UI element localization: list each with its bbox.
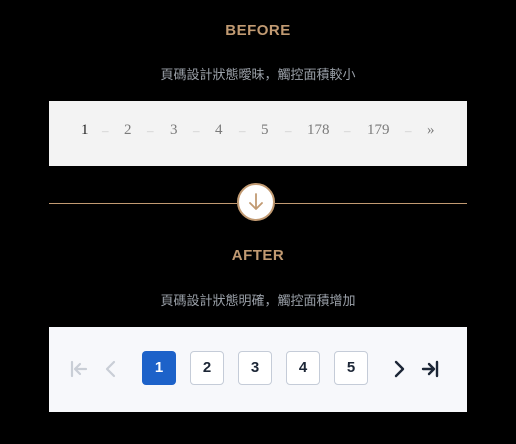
old-page-4[interactable]: 4 [215, 122, 223, 139]
page-button-1[interactable]: 1 [142, 351, 176, 385]
old-page-178[interactable]: 178 [307, 122, 330, 139]
last-page-icon[interactable] [419, 358, 441, 380]
transition-circle [237, 183, 275, 221]
divider-left [49, 203, 237, 204]
old-separator: – [405, 123, 412, 138]
previous-page-icon[interactable] [100, 358, 122, 380]
page-button-5[interactable]: 5 [334, 351, 368, 385]
old-separator: – [344, 123, 351, 138]
old-separator: – [147, 123, 154, 138]
old-separator: – [102, 123, 109, 138]
old-page-2[interactable]: 2 [124, 122, 132, 139]
before-title: BEFORE [225, 22, 291, 39]
old-pagination-panel: 1 – 2 – 3 – 4 – 5 – 178 – 179 – » [49, 101, 467, 166]
old-pagination: 1 – 2 – 3 – 4 – 5 – 178 – 179 – » [49, 101, 467, 166]
arrow-down-icon [249, 193, 263, 210]
old-separator: – [193, 123, 200, 138]
divider-right [275, 203, 467, 204]
after-title: AFTER [231, 247, 285, 264]
old-next-link[interactable]: » [427, 122, 435, 139]
next-page-icon[interactable] [388, 358, 410, 380]
old-page-1[interactable]: 1 [81, 122, 89, 139]
before-caption: 頁碼設計狀態曖昧，觸控面積較小 [160, 68, 356, 83]
page-button-4[interactable]: 4 [286, 351, 320, 385]
first-page-icon[interactable] [68, 358, 90, 380]
new-pagination-panel: 1 2 3 4 5 [49, 327, 467, 412]
old-separator: – [285, 123, 292, 138]
page-button-3[interactable]: 3 [238, 351, 272, 385]
old-page-179[interactable]: 179 [367, 122, 390, 139]
old-page-3[interactable]: 3 [170, 122, 178, 139]
old-page-5[interactable]: 5 [261, 122, 269, 139]
page-button-2[interactable]: 2 [190, 351, 224, 385]
after-caption: 頁碼設計狀態明確，觸控面積增加 [160, 294, 356, 309]
old-separator: – [239, 123, 246, 138]
